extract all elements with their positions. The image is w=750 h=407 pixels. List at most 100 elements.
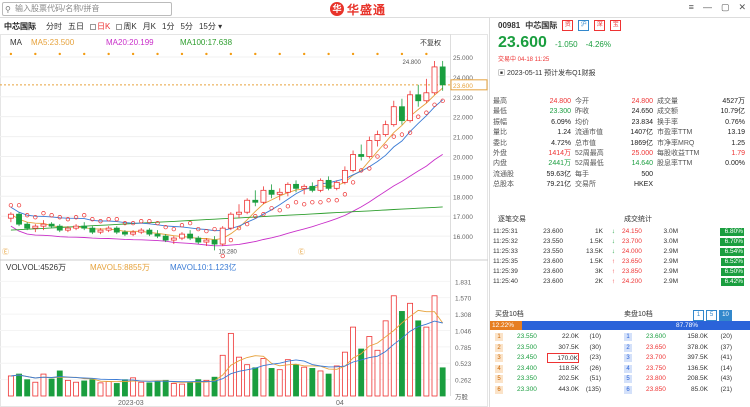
stats-pct: 6.54% bbox=[724, 248, 743, 255]
tab-15min[interactable]: 15分 ▾ bbox=[199, 21, 222, 32]
depth-5[interactable]: 5 bbox=[706, 310, 717, 321]
tab-monthly-k[interactable]: 月K bbox=[143, 21, 156, 32]
ask-row[interactable]: 6 23.850 85.0K (21) bbox=[624, 385, 749, 395]
quote-value: 0.00% bbox=[725, 160, 745, 168]
tape-volume: 3K bbox=[595, 268, 603, 275]
tab-daily-k[interactable]: 日K bbox=[90, 21, 110, 32]
quote-cell: 成交量 4527万 bbox=[657, 97, 749, 107]
volume-bar bbox=[382, 320, 389, 397]
candle bbox=[170, 237, 177, 241]
ask-row[interactable]: 4 23.750 136.5K (14) bbox=[624, 364, 749, 374]
volume-bar bbox=[309, 368, 316, 397]
stats-row: 23.650 2.9M 6.52% bbox=[622, 257, 748, 267]
quote-value: 79.21亿 bbox=[546, 181, 571, 189]
volume-bar bbox=[7, 375, 14, 397]
sar-dot bbox=[16, 203, 22, 208]
tag-zi[interactable]: 资 bbox=[562, 20, 574, 31]
stats-price: 24.200 bbox=[622, 278, 642, 285]
tab-5min[interactable]: 5分 bbox=[180, 21, 192, 32]
stats-pct: 6.70% bbox=[724, 238, 743, 245]
tab-1min[interactable]: 1分 bbox=[162, 21, 174, 32]
quote-value: 1407亿 bbox=[630, 129, 653, 137]
quote-value: 1.24 bbox=[557, 129, 571, 137]
search-input[interactable]: ⚲ 输入股票代码/名称/拼音 bbox=[2, 2, 172, 16]
candle bbox=[130, 231, 137, 235]
ask-row[interactable]: 3 23.700 397.5K (41) bbox=[624, 353, 749, 363]
price-tick: 17.000 bbox=[453, 214, 473, 221]
volume-bar bbox=[358, 348, 365, 397]
volume-bar bbox=[73, 381, 79, 397]
candle bbox=[154, 233, 161, 237]
bid-row[interactable]: 6 23.300 443.0K (135) bbox=[495, 385, 617, 395]
quote-label: 股息率TTM bbox=[657, 160, 693, 168]
depth-10[interactable]: 10 bbox=[719, 310, 732, 321]
sar-dot bbox=[277, 208, 282, 213]
quote-cell bbox=[657, 180, 749, 190]
quote-cell: 最高 24.800 bbox=[493, 97, 575, 107]
x-label: 04 bbox=[336, 400, 344, 407]
ask-ratio-bar: 87.78% bbox=[522, 321, 750, 330]
quote-label: 换手率 bbox=[657, 118, 678, 126]
tab-timeshare[interactable]: 分时 bbox=[46, 21, 62, 32]
tag-bao[interactable]: 宝 bbox=[610, 20, 622, 31]
tag-shen[interactable]: 深 bbox=[594, 20, 606, 31]
candle bbox=[138, 229, 145, 233]
tape-title[interactable]: 逐笔交易 bbox=[498, 214, 526, 225]
ask-row[interactable]: 1 23.600 158.0K (20) bbox=[624, 332, 749, 342]
tag-hu[interactable]: 沪 bbox=[578, 20, 590, 31]
ma100-label: MA100:17.638 bbox=[180, 38, 233, 47]
event-dot bbox=[156, 52, 159, 56]
event-dot bbox=[58, 52, 61, 56]
candle bbox=[268, 189, 275, 195]
bid-row[interactable]: 5 23.350 202.5K (51) bbox=[495, 374, 617, 384]
tape-time: 11:25:40 bbox=[493, 278, 518, 285]
volume-bar bbox=[293, 364, 299, 397]
adjust-toggle[interactable]: 不复权 bbox=[420, 38, 441, 47]
last-price-tag: 23.600 bbox=[453, 83, 473, 90]
bid-count: (23) bbox=[589, 354, 601, 361]
minimize-icon[interactable]: — bbox=[703, 2, 712, 13]
volume-bar bbox=[154, 380, 161, 397]
candle bbox=[32, 225, 39, 229]
candle bbox=[260, 189, 267, 203]
kline-chart[interactable]: MA MA5:23.500 MA20:20.199 MA100:17.638 不复权 25… bbox=[0, 34, 488, 407]
event-dot bbox=[425, 52, 428, 56]
depth-1[interactable]: 1 bbox=[693, 310, 704, 321]
event-dot bbox=[180, 52, 184, 56]
bid-volume: 22.0K bbox=[562, 333, 579, 340]
candle bbox=[276, 191, 283, 195]
bid-row[interactable]: 1 23.550 22.0K (10) bbox=[495, 332, 617, 342]
event-dot bbox=[254, 52, 257, 56]
tab-five-day[interactable]: 五日 bbox=[68, 21, 84, 32]
ask-price: 23.750 bbox=[646, 364, 666, 372]
maximize-icon[interactable]: ▢ bbox=[721, 2, 730, 13]
arrow-down-icon: ↓ bbox=[611, 248, 615, 255]
tab-weekly-k[interactable]: 周K bbox=[116, 21, 137, 32]
event-dot bbox=[400, 52, 404, 56]
bid-row[interactable]: 3 23.450 170.0K (23) bbox=[495, 353, 617, 363]
candle bbox=[203, 239, 210, 243]
quote-cell: 交易所 HKEX bbox=[575, 180, 657, 190]
bid-row[interactable]: 2 23.500 307.5K (30) bbox=[495, 343, 617, 353]
stats-bar: 6.42% bbox=[682, 277, 744, 287]
quote-label: 量比 bbox=[493, 129, 507, 137]
vol-tick: 1.831 bbox=[455, 279, 472, 286]
quote-label: 昨收 bbox=[575, 108, 589, 116]
depth-selector: 1 5 10 bbox=[693, 310, 732, 321]
bid-row[interactable]: 4 23.400 118.5K (26) bbox=[495, 364, 617, 374]
ask-row[interactable]: 2 23.650 378.0K (37) bbox=[624, 343, 749, 353]
candle bbox=[317, 179, 324, 191]
tape-price: 23.600 bbox=[543, 228, 563, 235]
stats-volume: 2.9M bbox=[663, 278, 678, 285]
menu-icon[interactable]: ≡ bbox=[689, 2, 694, 13]
close-icon[interactable]: ✕ bbox=[738, 2, 746, 13]
quote-label: 总市值 bbox=[575, 139, 596, 147]
volume-bar bbox=[48, 378, 55, 397]
earnings-notice[interactable]: ▣ 2023-05-11 预计发布Q1财报 bbox=[498, 68, 596, 78]
ask-row[interactable]: 5 23.800 208.5K (43) bbox=[624, 374, 749, 384]
sar-dot bbox=[302, 202, 307, 207]
quote-cell: 52周最低 14.640 bbox=[575, 159, 657, 169]
trade-stats-title[interactable]: 成交统计 bbox=[624, 214, 652, 225]
tape-time: 11:25:33 bbox=[493, 248, 518, 255]
event-dot bbox=[83, 52, 86, 56]
